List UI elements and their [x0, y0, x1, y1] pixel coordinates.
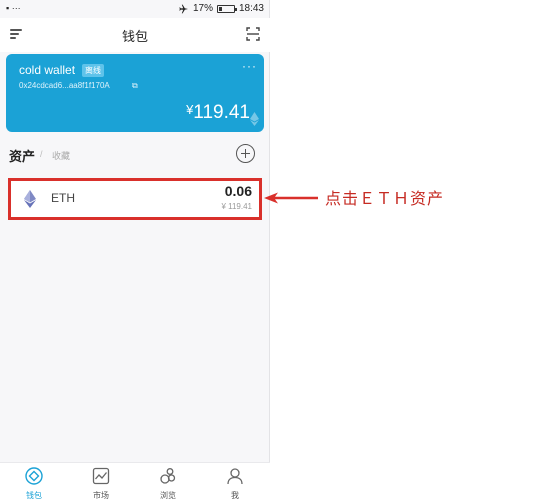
status-right: 17% 18:43: [179, 3, 264, 14]
eth-watermark-icon: [250, 112, 259, 126]
tab-profile-label: 我: [231, 491, 239, 500]
wallet-status-badge: 离线: [82, 64, 104, 77]
annotation-arrow: [264, 192, 318, 204]
tab-assets[interactable]: 资产: [9, 146, 35, 165]
asset-fiat-value: ¥ 119.41: [221, 202, 252, 211]
clock: 18:43: [238, 3, 264, 14]
annotation-text: 点击ＥＴＨ资产: [325, 189, 445, 208]
wallet-balance: ¥119.41: [186, 102, 250, 124]
asset-symbol: ETH: [51, 191, 75, 205]
page-title: 钱包: [121, 29, 148, 44]
tab-profile[interactable]: 我: [201, 463, 269, 500]
tab-market[interactable]: 市场: [67, 463, 135, 500]
scan-icon[interactable]: [246, 27, 260, 41]
battery-percent: 17%: [192, 3, 213, 14]
wallet-card[interactable]: cold wallet 离线 0x24cdcad6...aa8f1f170A ⧉…: [6, 54, 264, 132]
add-asset-button[interactable]: [236, 144, 255, 163]
asset-amount: 0.06: [224, 183, 252, 199]
status-bar: ▪ ··· 17% 18:43: [0, 0, 270, 18]
wallet-address: 0x24cdcad6...aa8f1f170A: [19, 81, 110, 90]
profile-icon: [227, 468, 243, 485]
more-options-icon[interactable]: ···: [242, 59, 257, 73]
tab-market-label: 市场: [93, 491, 109, 500]
wallet-icon: [25, 467, 43, 485]
tab-separator: /: [40, 149, 43, 159]
phone-screen: ▪ ··· 17% 18:43 钱包 cold wallet 离线 0x24cd…: [0, 0, 270, 500]
browse-icon: [160, 468, 176, 484]
assets-header: 资产 / 收藏: [0, 140, 270, 168]
wallet-name: cold wallet: [19, 63, 76, 77]
tab-collectibles[interactable]: 收藏: [52, 149, 70, 162]
airplane-icon: [179, 4, 188, 13]
eth-asset-row[interactable]: ETH 0.06 ¥ 119.41: [8, 178, 262, 220]
tab-browse[interactable]: 浏览: [134, 463, 202, 500]
tab-wallet-label: 钱包: [26, 491, 42, 500]
battery-icon: [216, 4, 237, 13]
status-notifications: ▪ ···: [6, 3, 21, 13]
balance-amount: 119.41: [193, 102, 250, 123]
ethereum-icon: [24, 190, 36, 208]
market-chart-icon: [92, 467, 110, 485]
tab-browse-label: 浏览: [160, 491, 176, 500]
bottom-tab-bar: 钱包 市场 浏览 我: [0, 462, 270, 500]
copy-icon[interactable]: ⧉: [132, 81, 138, 91]
tab-wallet[interactable]: 钱包: [0, 463, 68, 500]
nav-bar: 钱包: [0, 18, 270, 52]
